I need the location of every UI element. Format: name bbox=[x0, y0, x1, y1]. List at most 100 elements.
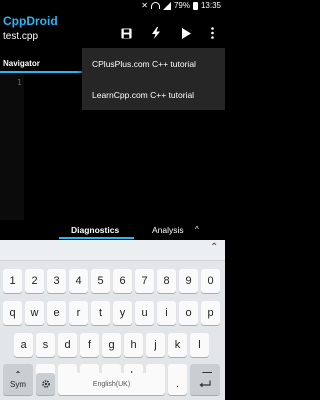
key[interactable]: k bbox=[168, 333, 187, 357]
key-label: i bbox=[165, 307, 168, 319]
key[interactable]: 0 bbox=[201, 269, 220, 293]
key[interactable]: r bbox=[69, 301, 88, 325]
key[interactable]: a bbox=[14, 333, 33, 357]
key[interactable]: j bbox=[146, 333, 165, 357]
settings-key[interactable] bbox=[36, 373, 55, 395]
sym-key-label: Sym bbox=[10, 379, 26, 389]
key-label: 4 bbox=[75, 275, 82, 287]
key-label: 2 bbox=[31, 275, 38, 287]
overflow-menu-button[interactable] bbox=[204, 25, 220, 41]
status-indicators: ✕ 79% 13:35 bbox=[141, 1, 221, 10]
battery-icon bbox=[192, 1, 198, 10]
key[interactable]: p bbox=[201, 301, 220, 325]
key[interactable]: 6 bbox=[113, 269, 132, 293]
menu-item-learncpp-tutorial[interactable]: LearnCpp.com C++ tutorial bbox=[82, 79, 225, 110]
key[interactable]: t bbox=[91, 301, 110, 325]
save-icon bbox=[120, 27, 132, 39]
key[interactable]: d bbox=[58, 333, 77, 357]
status-bar: ✕ 79% 13:35 bbox=[0, 0, 225, 12]
keyboard-collapse-icon[interactable]: ⌃ bbox=[210, 242, 218, 253]
key[interactable]: e bbox=[47, 301, 66, 325]
tab-analysis[interactable]: Analysis bbox=[152, 225, 184, 235]
bottom-tabs: Diagnostics Analysis ^ bbox=[0, 220, 225, 240]
clock: 13:35 bbox=[200, 1, 221, 10]
key-label: t bbox=[98, 307, 103, 319]
key[interactable]: h bbox=[124, 333, 143, 357]
navigator-tab[interactable]: Navigator bbox=[3, 59, 40, 68]
key-label: j bbox=[154, 339, 157, 351]
key[interactable]: w bbox=[25, 301, 44, 325]
line-gutter: 1 bbox=[0, 74, 24, 220]
key[interactable]: q bbox=[3, 301, 22, 325]
key[interactable]: u bbox=[135, 301, 154, 325]
save-button[interactable] bbox=[118, 25, 134, 41]
battery-percent: 79% bbox=[173, 1, 190, 10]
tab-diagnostics[interactable]: Diagnostics bbox=[71, 225, 119, 235]
key-label: a bbox=[20, 339, 27, 351]
key[interactable]: 9 bbox=[179, 269, 198, 293]
key-label: l bbox=[198, 339, 201, 351]
enter-key[interactable] bbox=[190, 373, 220, 395]
key-label: p bbox=[207, 307, 214, 319]
key-label: 7 bbox=[141, 275, 148, 287]
key[interactable]: f bbox=[80, 333, 99, 357]
key[interactable]: 4 bbox=[69, 269, 88, 293]
key-label: 9 bbox=[185, 275, 192, 287]
key[interactable]: 2 bbox=[25, 269, 44, 293]
key-label: 6 bbox=[119, 275, 126, 287]
key[interactable]: 7 bbox=[135, 269, 154, 293]
key-label: h bbox=[130, 339, 137, 351]
gear-icon bbox=[41, 380, 50, 388]
space-key-label: English(UK) bbox=[92, 380, 131, 388]
key[interactable]: g bbox=[102, 333, 121, 357]
key-label: s bbox=[42, 339, 49, 351]
key-label: 5 bbox=[97, 275, 104, 287]
key-label: y bbox=[119, 307, 126, 319]
period-key-label: . bbox=[175, 378, 180, 390]
key-label: 3 bbox=[53, 275, 60, 287]
key-label: u bbox=[141, 307, 148, 319]
app-bar: CppDroid test.cpp bbox=[0, 12, 225, 52]
key[interactable]: y bbox=[113, 301, 132, 325]
period-key[interactable]: . bbox=[168, 373, 187, 395]
overflow-menu: CPlusPlus.com C++ tutorial LearnCpp.com … bbox=[82, 48, 225, 110]
build-button[interactable] bbox=[148, 25, 164, 41]
key[interactable]: 5 bbox=[91, 269, 110, 293]
key-label: d bbox=[64, 339, 71, 351]
key-label: q bbox=[9, 307, 16, 319]
collapse-caret[interactable]: ^ bbox=[195, 225, 199, 234]
sym-key[interactable]: Sym bbox=[3, 373, 33, 395]
menu-item-cplusplus-tutorial[interactable]: CPlusPlus.com C++ tutorial bbox=[82, 48, 225, 79]
enter-icon bbox=[199, 380, 211, 387]
lightning-icon bbox=[152, 27, 160, 39]
key-label: k bbox=[174, 339, 181, 351]
key[interactable]: 3 bbox=[47, 269, 66, 293]
key-label: w bbox=[30, 307, 39, 319]
key-label: g bbox=[108, 339, 115, 351]
key-label: 1 bbox=[9, 275, 16, 287]
file-name: test.cpp bbox=[3, 31, 39, 42]
app-title: CppDroid bbox=[3, 14, 58, 28]
key[interactable]: s bbox=[36, 333, 55, 357]
key-label: f bbox=[87, 339, 92, 351]
key[interactable]: 1 bbox=[3, 269, 22, 293]
wifi-icon bbox=[150, 2, 160, 9]
line-number: 1 bbox=[17, 78, 22, 87]
key[interactable]: i bbox=[157, 301, 176, 325]
run-button[interactable] bbox=[178, 25, 194, 41]
space-key[interactable]: English(UK) bbox=[58, 373, 165, 395]
key-label: e bbox=[53, 307, 60, 319]
more-vert-icon bbox=[210, 27, 214, 39]
tab-diagnostics-underline bbox=[59, 237, 134, 239]
key[interactable]: o bbox=[179, 301, 198, 325]
play-icon bbox=[181, 27, 191, 39]
key-label: 0 bbox=[207, 275, 214, 287]
keyboard-toolbar: ⌃ bbox=[0, 240, 225, 261]
key[interactable]: l bbox=[190, 333, 209, 357]
key-label: r bbox=[76, 307, 81, 319]
key[interactable]: 8 bbox=[157, 269, 176, 293]
key-label: o bbox=[185, 307, 192, 319]
mute-icon: ✕ bbox=[141, 1, 148, 10]
key-label: 8 bbox=[163, 275, 170, 287]
signal-icon bbox=[162, 1, 171, 10]
